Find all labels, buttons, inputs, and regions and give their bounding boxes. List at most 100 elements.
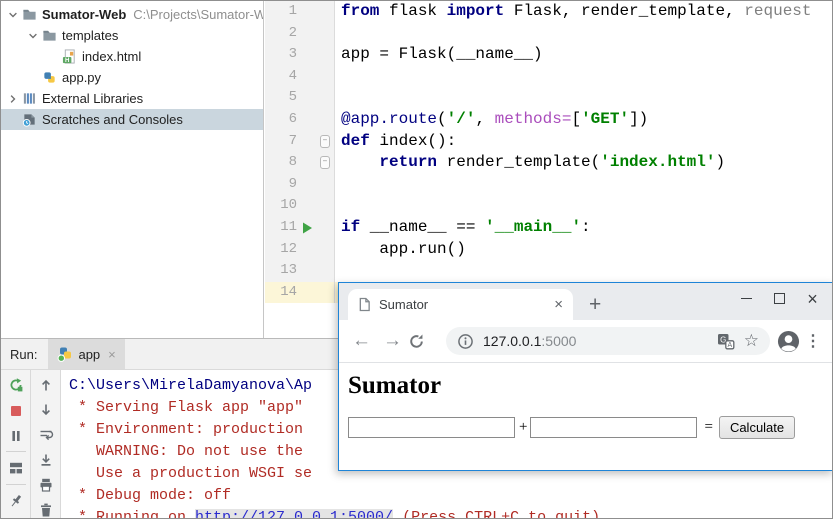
line-number: 6 [265, 109, 297, 131]
line-number: 5 [265, 87, 297, 109]
bookmark-star-icon[interactable]: ☆ [744, 331, 759, 351]
folder-icon [41, 28, 58, 43]
line-number: 12 [265, 239, 297, 261]
up-button[interactable] [36, 377, 56, 393]
code-line: 13 [265, 260, 832, 282]
tab-close-icon[interactable]: × [554, 297, 563, 312]
address-bar[interactable]: 127.0.0.1:5000 GA ☆ [446, 327, 770, 355]
code-line-text[interactable] [335, 260, 341, 282]
code-line-text[interactable] [335, 23, 341, 45]
code-line-text[interactable] [335, 195, 341, 217]
editor-gutter-cell: 10 [265, 195, 335, 217]
code-line-text[interactable]: if __name__ == '__main__': [335, 217, 591, 239]
code-line-text[interactable] [335, 66, 341, 88]
external-libraries-icon [21, 91, 38, 106]
console-text: C:\Users\MirelaDamyanova\Ap [69, 377, 312, 394]
plus-sign: + [519, 419, 527, 436]
forward-button[interactable]: → [377, 330, 408, 352]
tree-item-app-py[interactable]: app.py [1, 67, 263, 88]
editor-gutter-cell: 2 [265, 23, 335, 45]
addend2-input[interactable] [530, 417, 697, 438]
line-number: 2 [265, 23, 297, 45]
html-file-icon: H [61, 49, 78, 64]
console-text: * Serving Flask app "app" [69, 399, 303, 416]
python-running-icon [57, 346, 73, 362]
line-number: 4 [265, 66, 297, 88]
code-line-text[interactable] [335, 87, 341, 109]
code-line: 2 [265, 23, 832, 45]
browser-tab-sumator[interactable]: Sumator × [348, 289, 573, 320]
down-button[interactable] [36, 402, 56, 418]
scrollend-button[interactable] [36, 452, 56, 468]
new-tab-button[interactable]: + [589, 294, 601, 315]
code-line-text[interactable]: def index(): [335, 131, 456, 153]
run-gutter-icon[interactable] [297, 222, 317, 234]
tree-item-label: Sumator-Web [42, 7, 126, 22]
editor-gutter-cell: 1 [265, 1, 335, 23]
project-tree-panel: Sumator-WebC:\Projects\Sumator-Webtempla… [1, 1, 264, 338]
console-text: Use a production WSGI se [69, 465, 312, 482]
tree-item-sumator-web[interactable]: Sumator-WebC:\Projects\Sumator-Web [1, 4, 263, 25]
line-number: 11 [265, 217, 297, 239]
fold-marker-icon[interactable]: – [317, 135, 333, 148]
code-line-text[interactable]: app = Flask(__name__) [335, 44, 543, 66]
run-panel-label: Run: [1, 339, 48, 369]
code-line-text[interactable]: @app.route('/', methods=['GET']) [335, 109, 648, 131]
line-number: 1 [265, 1, 297, 23]
reload-button[interactable] [408, 333, 439, 350]
layout-button[interactable] [6, 460, 26, 476]
translate-icon[interactable]: GA [717, 332, 735, 350]
pause-button[interactable] [6, 428, 26, 444]
console-text: * Running on [69, 509, 195, 518]
code-line: 12 app.run() [265, 239, 832, 261]
code-line-text[interactable] [335, 174, 341, 196]
console-line: * Debug mode: off [69, 485, 832, 507]
minimize-button[interactable] [730, 286, 763, 311]
tree-item-templates[interactable]: templates [1, 25, 263, 46]
menu-kebab-icon[interactable]: ⋮ [800, 331, 826, 351]
browser-toolbar: ← → 127.0.0.1:5000 GA ☆ ⋮ [339, 320, 833, 363]
tree-item-scratches-and-consoles[interactable]: Scratches and Consoles [1, 109, 263, 130]
console-server-link[interactable]: http://127.0.0.1:5000/ [195, 509, 393, 518]
stop-button[interactable] [6, 402, 26, 418]
project-tree: Sumator-WebC:\Projects\Sumator-Webtempla… [1, 4, 263, 130]
tree-item-external-libraries[interactable]: External Libraries [1, 88, 263, 109]
browser-page-content: Sumator + = Calculate [339, 363, 833, 470]
softwrap-button[interactable] [36, 427, 56, 443]
addend1-input[interactable] [348, 417, 515, 438]
code-line-text[interactable]: return render_template('index.html') [335, 152, 725, 174]
code-line: 1 from flask import Flask, render_templat… [265, 1, 832, 23]
rerun-button[interactable] [6, 377, 26, 393]
window-controls: × [730, 286, 829, 311]
run-tab-close-icon[interactable]: × [108, 347, 116, 362]
printer-button[interactable] [36, 477, 56, 493]
editor-gutter-cell: 7– [265, 131, 335, 153]
close-window-button[interactable]: × [796, 286, 829, 311]
editor-gutter-cell: 4 [265, 66, 335, 88]
trash-button[interactable] [36, 502, 56, 518]
calculate-button[interactable]: Calculate [719, 416, 795, 439]
tree-item-label: Scratches and Consoles [42, 112, 183, 127]
console-text: WARNING: Do not use the [69, 443, 303, 460]
back-button[interactable]: ← [346, 330, 377, 352]
equals-sign: = [704, 419, 712, 436]
code-line-text[interactable]: from flask import Flask, render_template… [335, 1, 812, 23]
line-number: 14 [265, 282, 297, 304]
chevron-collapsed-icon[interactable] [5, 93, 21, 105]
site-info-icon[interactable] [457, 333, 474, 350]
code-line: 6 @app.route('/', methods=['GET']) [265, 109, 832, 131]
fold-marker-icon[interactable]: – [317, 156, 333, 169]
pin-button[interactable] [6, 493, 26, 509]
editor-lines: 1 from flask import Flask, render_templat… [265, 1, 832, 303]
profile-avatar-icon[interactable] [777, 330, 800, 353]
maximize-button[interactable] [763, 286, 796, 311]
line-number: 9 [265, 174, 297, 196]
line-number: 7 [265, 131, 297, 153]
run-tab-app[interactable]: app × [48, 339, 124, 369]
chevron-expanded-icon[interactable] [25, 30, 41, 42]
chevron-expanded-icon[interactable] [5, 9, 21, 21]
console-line: * Running on http://127.0.0.1:5000/ (Pre… [69, 507, 832, 518]
tree-item-index-html[interactable]: Hindex.html [1, 46, 263, 67]
code-line-text[interactable]: app.run() [335, 239, 466, 261]
editor-gutter-cell: 11 [265, 217, 335, 239]
